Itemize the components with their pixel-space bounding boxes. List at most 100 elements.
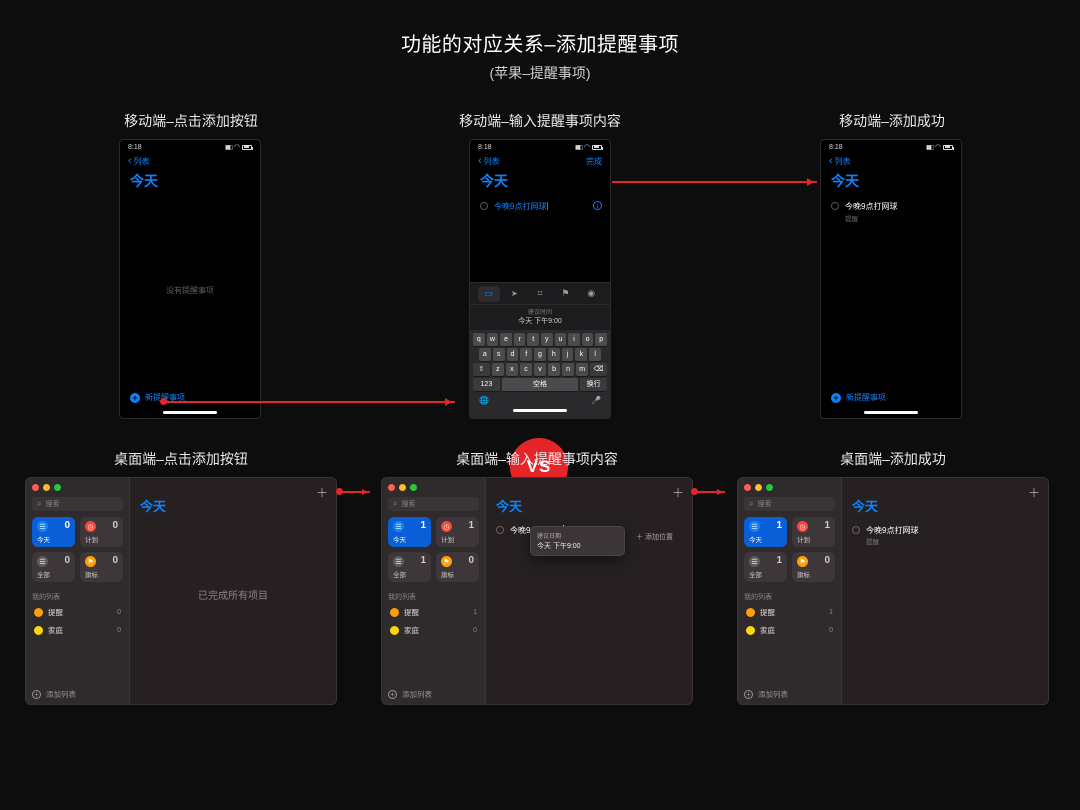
info-icon[interactable]: i	[593, 201, 602, 210]
key[interactable]: o	[582, 333, 594, 346]
key[interactable]: i	[568, 333, 580, 346]
key[interactable]: d	[507, 348, 519, 361]
home-indicator[interactable]	[864, 411, 918, 414]
add-reminder-button[interactable]: ＋	[316, 484, 328, 501]
mobile-row: 移动端–点击添加按钮 移动端–输入提醒事项内容 移动端–添加成功 8:18 列表…	[0, 111, 1080, 431]
location-icon[interactable]	[503, 286, 525, 302]
reminder-checkbox[interactable]	[852, 526, 860, 534]
traffic-lights[interactable]	[388, 484, 479, 491]
add-location-button[interactable]: 添加位置	[636, 532, 673, 542]
key[interactable]: u	[555, 333, 567, 346]
calendar-icon[interactable]	[478, 286, 500, 302]
reminder-checkbox[interactable]	[831, 202, 839, 210]
key[interactable]: x	[506, 363, 518, 376]
zoom-window-icon[interactable]	[54, 484, 61, 491]
reminder-item[interactable]: 今晚9点打网球 提醒	[866, 525, 1038, 546]
smart-list-flagged[interactable]: ⚑0旗标	[80, 552, 123, 582]
key[interactable]: n	[562, 363, 574, 376]
back-label: 列表	[484, 156, 500, 167]
key[interactable]: r	[514, 333, 526, 346]
key[interactable]: a	[479, 348, 491, 361]
close-window-icon[interactable]	[744, 484, 751, 491]
key[interactable]: t	[527, 333, 539, 346]
sidebar-list-item[interactable]: 提醒1	[744, 605, 835, 620]
smart-list-all[interactable]: ☰0全部	[32, 552, 75, 582]
key[interactable]: h	[548, 348, 560, 361]
key[interactable]: c	[520, 363, 532, 376]
add-list-button[interactable]: + 添加列表	[32, 683, 123, 700]
new-reminder-button[interactable]: + 新提醒事项	[821, 386, 961, 411]
flag-icon[interactable]	[555, 286, 577, 302]
keyboard[interactable]: q w e r t y u i o p a s d f g h	[470, 330, 610, 409]
search-input[interactable]: 搜索	[388, 497, 479, 511]
globe-icon[interactable]	[479, 395, 489, 405]
key[interactable]: s	[493, 348, 505, 361]
date-suggestion-popover[interactable]: 建议日期 今天 下午9:00	[530, 526, 625, 556]
key[interactable]: l	[589, 348, 601, 361]
reminder-checkbox[interactable]	[496, 526, 504, 534]
minimize-window-icon[interactable]	[755, 484, 762, 491]
back-button[interactable]: 列表	[829, 156, 851, 167]
key[interactable]: w	[487, 333, 499, 346]
back-button[interactable]: 列表	[478, 156, 500, 167]
add-list-button[interactable]: + 添加列表	[388, 683, 479, 700]
minimize-window-icon[interactable]	[43, 484, 50, 491]
smart-list-today[interactable]: ☰1今天	[744, 517, 787, 547]
smart-list-flagged[interactable]: ⚑0旗标	[436, 552, 479, 582]
sidebar-list-item[interactable]: 家庭0	[32, 623, 123, 638]
close-window-icon[interactable]	[32, 484, 39, 491]
zoom-window-icon[interactable]	[410, 484, 417, 491]
key[interactable]: g	[534, 348, 546, 361]
smart-list-scheduled[interactable]: ◷0计划	[80, 517, 123, 547]
zoom-window-icon[interactable]	[766, 484, 773, 491]
backspace-key[interactable]	[590, 363, 607, 376]
smart-list-all[interactable]: ☰1全部	[388, 552, 431, 582]
key[interactable]: j	[562, 348, 574, 361]
key[interactable]: v	[534, 363, 546, 376]
camera-icon[interactable]	[580, 286, 602, 302]
key[interactable]: b	[548, 363, 560, 376]
key[interactable]: m	[576, 363, 588, 376]
sidebar-list-item[interactable]: 家庭0	[388, 623, 479, 638]
traffic-lights[interactable]	[32, 484, 123, 491]
search-input[interactable]: 搜索	[744, 497, 835, 511]
key[interactable]: k	[575, 348, 587, 361]
time-suggestion[interactable]: 建议时间 今天 下午9:00	[470, 304, 610, 330]
key[interactable]: z	[492, 363, 504, 376]
key[interactable]: q	[473, 333, 485, 346]
sidebar-list-item[interactable]: 家庭0	[744, 623, 835, 638]
reminder-input[interactable]: 今晚9点打网球	[494, 201, 600, 212]
smart-list-all[interactable]: ☰1全部	[744, 552, 787, 582]
smart-list-today[interactable]: ☰1今天	[388, 517, 431, 547]
done-button[interactable]: 完成	[586, 156, 602, 167]
tag-icon[interactable]	[529, 286, 551, 302]
smart-list-scheduled[interactable]: ◷1计划	[792, 517, 835, 547]
reminder-checkbox[interactable]	[480, 202, 488, 210]
key[interactable]: e	[500, 333, 512, 346]
search-input[interactable]: 搜索	[32, 497, 123, 511]
traffic-lights[interactable]	[744, 484, 835, 491]
sidebar-list-item[interactable]: 提醒1	[388, 605, 479, 620]
key[interactable]: f	[520, 348, 532, 361]
number-key[interactable]: 123	[473, 378, 500, 391]
mic-icon[interactable]	[591, 395, 601, 405]
smart-list-today[interactable]: ☰0今天	[32, 517, 75, 547]
smart-list-flagged[interactable]: ⚑0旗标	[792, 552, 835, 582]
return-key[interactable]: 换行	[580, 378, 607, 391]
key[interactable]: p	[595, 333, 607, 346]
reminder-item[interactable]: 今晚9点打网球 提醒	[845, 201, 951, 223]
new-reminder-button[interactable]: + 新提醒事项	[120, 386, 260, 411]
add-reminder-button[interactable]: ＋	[672, 484, 684, 501]
close-window-icon[interactable]	[388, 484, 395, 491]
add-reminder-button[interactable]: ＋	[1028, 484, 1040, 501]
add-list-button[interactable]: + 添加列表	[744, 683, 835, 700]
shift-key[interactable]	[473, 363, 490, 376]
smart-list-scheduled[interactable]: ◷1计划	[436, 517, 479, 547]
space-key[interactable]: 空格	[502, 378, 578, 391]
minimize-window-icon[interactable]	[399, 484, 406, 491]
sidebar-list-item[interactable]: 提醒0	[32, 605, 123, 620]
key[interactable]: y	[541, 333, 553, 346]
home-indicator[interactable]	[513, 409, 567, 412]
back-button[interactable]: 列表	[128, 156, 150, 167]
home-indicator[interactable]	[163, 411, 217, 414]
